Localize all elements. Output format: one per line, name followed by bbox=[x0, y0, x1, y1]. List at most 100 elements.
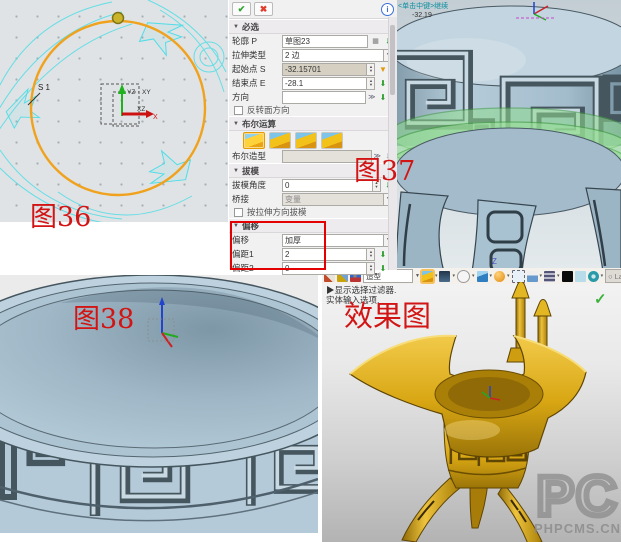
end-point-field[interactable]: -28.1 bbox=[282, 77, 367, 90]
end-pick-icon[interactable]: ⬇ bbox=[377, 78, 388, 89]
direction-field[interactable] bbox=[282, 91, 366, 104]
blue-color-swatch[interactable] bbox=[575, 271, 586, 282]
end-point-row: 结束点 E -28.1 ▲▼ ⬇ ▾ bbox=[229, 76, 397, 90]
body-highlight bbox=[444, 420, 500, 440]
axis-label-x: X bbox=[153, 114, 158, 121]
boolean-add-icon[interactable] bbox=[269, 132, 291, 149]
model-viewport[interactable]: <单击中键>继续 -32.19 Z bbox=[396, 0, 621, 272]
confirm-check-icon[interactable]: ✓ bbox=[594, 290, 607, 308]
measurement-label: -32.19 bbox=[412, 12, 432, 19]
end-point-label: 结束点 E bbox=[232, 77, 282, 89]
axis-label-xy: XY bbox=[142, 89, 151, 96]
boolean-base-icon[interactable] bbox=[243, 132, 265, 149]
s1-leader bbox=[28, 93, 40, 105]
bridge-row: 桥接 变量 ▼ bbox=[229, 192, 397, 206]
sketch-circle bbox=[31, 21, 205, 195]
bulb-icon: ○ bbox=[608, 272, 613, 281]
sketch-list-icon[interactable]: ▦ bbox=[370, 36, 381, 47]
boolean-remove-icon[interactable] bbox=[295, 132, 317, 149]
direction-pick-icon[interactable]: ⬇ bbox=[377, 92, 388, 103]
monitor-icon[interactable] bbox=[527, 271, 538, 282]
section-offset[interactable]: ▼ 偏移 bbox=[229, 218, 397, 233]
start-point-row: 起始点 S -32.15701 ▲▼ ▼ ▾ bbox=[229, 62, 397, 76]
wireframe-icon[interactable] bbox=[457, 270, 470, 283]
watermark: PC PHPCMS.CN bbox=[534, 471, 621, 536]
extrude-type-field[interactable]: 2 边 bbox=[282, 49, 384, 62]
offset1-pick-icon[interactable]: ⬇ bbox=[377, 249, 388, 260]
model-canvas: <单击中键>继续 -32.19 Z bbox=[396, 0, 621, 272]
dialog-header: ✔ ✖ i bbox=[229, 0, 397, 19]
viewport-hint: <单击中键>继续 bbox=[398, 1, 448, 10]
sketch-viewport[interactable]: YZ XY XZ X S 1 bbox=[0, 0, 228, 222]
boolean-options bbox=[229, 131, 397, 149]
sketch-point bbox=[113, 13, 124, 24]
effect-label: 效果图 bbox=[344, 302, 431, 331]
shaded-mode-icon[interactable] bbox=[422, 271, 433, 282]
offset1-row: 偏距1 2 ▲▼ ⬇ ▾ bbox=[229, 247, 397, 261]
figure-36-label: 图36 bbox=[30, 204, 91, 231]
draft-by-dir-label: 按拉伸方向拔模 bbox=[247, 206, 307, 218]
offset1-field[interactable]: 2 bbox=[282, 248, 367, 261]
info-button[interactable]: i bbox=[381, 3, 394, 16]
offset-row: 偏移 加厚 ▼ bbox=[229, 233, 397, 247]
extrude-type-label: 拉伸类型 bbox=[232, 49, 282, 61]
offset1-spinner[interactable]: ▲▼ bbox=[367, 248, 375, 261]
torus-icon[interactable] bbox=[588, 271, 599, 282]
flip-face-row[interactable]: 反转面方向 bbox=[229, 104, 397, 116]
dialog-scrollbar[interactable] bbox=[388, 17, 397, 270]
watermark-site: PHPCMS.CN bbox=[534, 521, 621, 536]
cancel-button[interactable]: ✖ bbox=[254, 2, 273, 16]
cup-bowl-shadow bbox=[448, 377, 530, 411]
scrollbar-thumb[interactable] bbox=[390, 25, 395, 95]
z-axis-label: Z bbox=[492, 257, 497, 266]
start-point-field[interactable]: -32.15701 bbox=[282, 63, 367, 76]
draft-angle-label: 拔模角度 bbox=[232, 179, 282, 191]
black-color-swatch[interactable] bbox=[562, 271, 573, 282]
section-boolean-label: 布尔运算 bbox=[242, 118, 276, 130]
direction-label: 方向 bbox=[232, 91, 282, 103]
tutorial-screenshot: YZ XY XZ X S 1 ✔ ✖ i ▼ 必选 轮廓 P 草图23 ▦ ⬇ … bbox=[0, 0, 621, 542]
collapse-icon: ▼ bbox=[233, 24, 239, 30]
collapse-icon: ▼ bbox=[233, 121, 239, 127]
axis-label-yz: YZ bbox=[127, 89, 135, 96]
zoom-fit-icon[interactable] bbox=[512, 270, 525, 283]
closeup-viewport[interactable] bbox=[0, 275, 318, 533]
section-offset-label: 偏移 bbox=[242, 220, 259, 232]
boolean-intersect-icon[interactable] bbox=[321, 132, 343, 149]
offset2-field[interactable]: 0 bbox=[282, 262, 367, 275]
start-spinner[interactable]: ▲▼ bbox=[367, 63, 375, 76]
boolean-shape-label: 布尔造型 bbox=[232, 150, 282, 162]
bridge-field[interactable]: 变量 bbox=[282, 193, 384, 206]
collapse-icon: ▼ bbox=[233, 168, 239, 174]
draft-by-dir-row[interactable]: 按拉伸方向拔模 bbox=[229, 206, 397, 218]
sketch-canvas: YZ XY XZ X S 1 bbox=[0, 0, 228, 222]
combo-caret-icon[interactable]: ▼ bbox=[415, 273, 420, 279]
direction-expand-icon[interactable]: ≫ bbox=[368, 93, 375, 101]
start-point-label: 起始点 S bbox=[232, 63, 282, 75]
collapse-icon: ▼ bbox=[233, 223, 239, 229]
layer-combo[interactable]: ○ Layer0000 bbox=[605, 269, 621, 283]
draft-by-dir-checkbox[interactable] bbox=[234, 208, 243, 217]
ok-button[interactable]: ✔ bbox=[232, 2, 251, 16]
flip-face-label: 反转面方向 bbox=[247, 104, 290, 116]
offset2-pick-icon[interactable]: ⬇ bbox=[377, 263, 388, 274]
watermark-logo: PC bbox=[534, 471, 621, 521]
extrude-dialog: ✔ ✖ i ▼ 必选 轮廓 P 草图23 ▦ ⬇ 拉伸类型 2 边 ▼ 起始点 … bbox=[228, 0, 397, 270]
view-cube-icon[interactable] bbox=[477, 271, 488, 282]
layers-icon[interactable] bbox=[544, 271, 555, 282]
offset1-label: 偏距1 bbox=[232, 248, 282, 260]
section-draft-label: 拔模 bbox=[242, 165, 259, 177]
render-ball-icon[interactable] bbox=[494, 271, 505, 282]
profile-field[interactable]: 草图23 bbox=[282, 35, 368, 48]
offset-field[interactable]: 加厚 bbox=[282, 234, 384, 247]
flip-face-checkbox[interactable] bbox=[234, 106, 243, 115]
end-spinner[interactable]: ▲▼ bbox=[367, 77, 375, 90]
section-required[interactable]: ▼ 必选 bbox=[229, 19, 397, 34]
offset2-spinner[interactable]: ▲▼ bbox=[367, 262, 375, 275]
offset-pick-icon[interactable]: ▼ bbox=[377, 64, 388, 75]
offset-label: 偏移 bbox=[232, 234, 282, 246]
closeup-canvas bbox=[0, 275, 318, 533]
section-boolean[interactable]: ▼ 布尔运算 bbox=[229, 116, 397, 131]
display-mode-icon[interactable] bbox=[439, 271, 450, 282]
profile-row: 轮廓 P 草图23 ▦ ⬇ bbox=[229, 34, 397, 48]
